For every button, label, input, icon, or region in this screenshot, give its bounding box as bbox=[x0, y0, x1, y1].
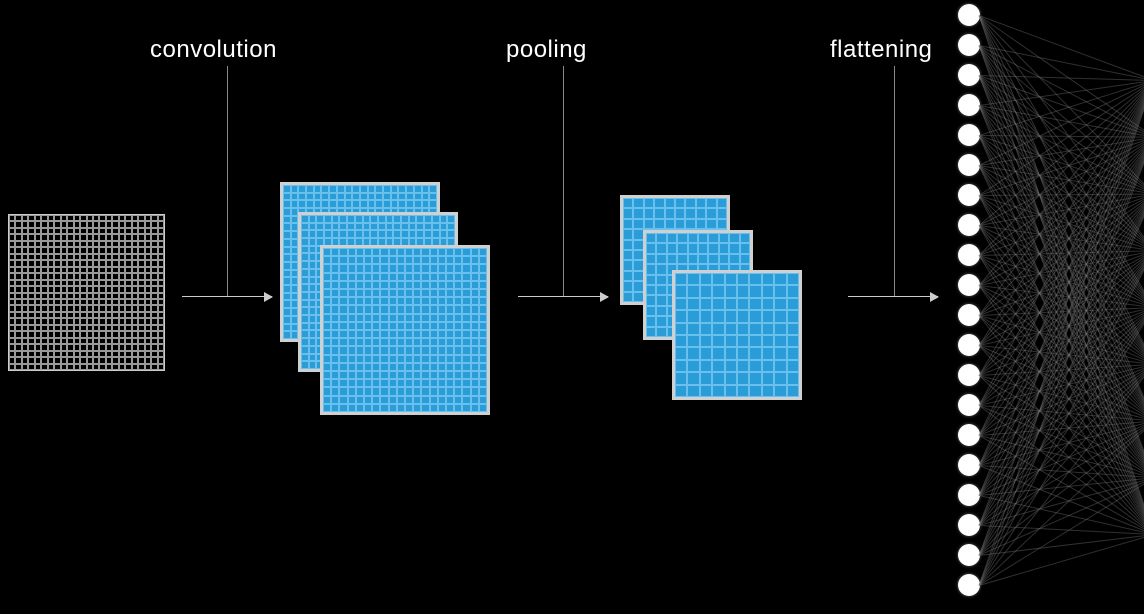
neuron bbox=[958, 244, 980, 266]
neuron bbox=[958, 154, 980, 176]
neuron bbox=[958, 514, 980, 536]
pool-feature-map-2 bbox=[672, 270, 802, 400]
neuron bbox=[958, 484, 980, 506]
label-line-pooling bbox=[563, 66, 564, 296]
neuron bbox=[958, 94, 980, 116]
label-flattening: flattening bbox=[830, 36, 932, 64]
neuron bbox=[958, 364, 980, 386]
neuron bbox=[958, 124, 980, 146]
label-pooling: pooling bbox=[506, 36, 587, 64]
neuron bbox=[958, 214, 980, 236]
neuron bbox=[958, 454, 980, 476]
neuron bbox=[958, 4, 980, 26]
neuron bbox=[958, 304, 980, 326]
neuron bbox=[958, 64, 980, 86]
neuron bbox=[958, 184, 980, 206]
neuron bbox=[958, 334, 980, 356]
neuron bbox=[958, 394, 980, 416]
input-image-grid bbox=[8, 214, 165, 371]
arrow-convolution bbox=[182, 296, 272, 297]
conv-feature-map-2 bbox=[320, 245, 490, 415]
label-line-flattening bbox=[894, 66, 895, 296]
arrow-flattening bbox=[848, 296, 938, 297]
arrow-pooling bbox=[518, 296, 608, 297]
neuron bbox=[958, 274, 980, 296]
neuron bbox=[958, 574, 980, 596]
neuron bbox=[958, 424, 980, 446]
label-convolution: convolution bbox=[150, 36, 277, 64]
label-line-convolution bbox=[227, 66, 228, 296]
neuron bbox=[958, 544, 980, 566]
neuron bbox=[958, 34, 980, 56]
